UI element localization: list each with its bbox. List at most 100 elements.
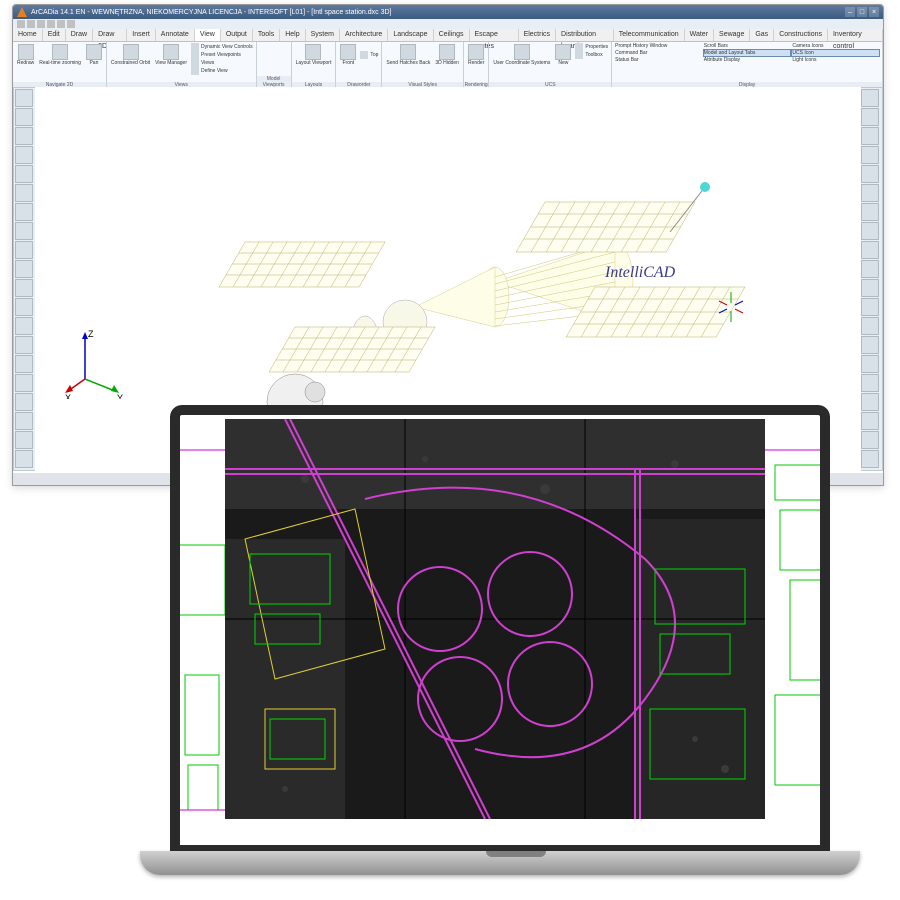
info-icon[interactable]	[861, 393, 879, 411]
tool-trim-icon[interactable]	[15, 393, 33, 411]
tool-point-icon[interactable]	[15, 279, 33, 297]
dynamic-view-button[interactable]: Dynamic View Controls	[190, 43, 254, 51]
tab-architecture[interactable]: Architecture	[340, 29, 388, 41]
top-button[interactable]: Top	[359, 43, 379, 67]
snap-none-icon[interactable]	[861, 260, 879, 278]
layer-icon[interactable]	[861, 279, 879, 297]
select-icon[interactable]	[861, 412, 879, 430]
view-manager-button[interactable]: View Manager	[153, 43, 189, 75]
snap-int-icon[interactable]	[861, 184, 879, 202]
tab-landscape[interactable]: Landscape	[388, 29, 433, 41]
hatch-back-button[interactable]: Send Hatches Back	[384, 43, 432, 67]
tool-extend-icon[interactable]	[15, 412, 33, 430]
snap-tan-icon[interactable]	[861, 222, 879, 240]
front-button[interactable]: Front	[338, 43, 358, 67]
orbit-button[interactable]: Constrained Orbit	[109, 43, 152, 75]
tool-arc-icon[interactable]	[15, 165, 33, 183]
tab-output[interactable]: Output	[221, 29, 253, 41]
gis-viewport[interactable]	[180, 415, 820, 845]
tool-mirror-icon[interactable]	[15, 336, 33, 354]
tool-rect-icon[interactable]	[15, 127, 33, 145]
minimize-button[interactable]: –	[845, 7, 855, 17]
3d-hidden-button[interactable]: 3D Hidden	[433, 43, 461, 67]
ucs-icon-button[interactable]: UCS Icon	[791, 49, 880, 57]
qat-redo-icon[interactable]	[67, 20, 75, 28]
tab-telecommunication[interactable]: Telecommunication	[614, 29, 685, 41]
tool-ellipse-icon[interactable]	[15, 184, 33, 202]
snap-mid-icon[interactable]	[861, 108, 879, 126]
tab-constructions[interactable]: Constructions	[774, 29, 828, 41]
snap-near-icon[interactable]	[861, 241, 879, 259]
tab-insert[interactable]: Insert	[127, 29, 156, 41]
define-view-button[interactable]: Define View	[190, 67, 254, 75]
tab-edit[interactable]: Edit	[43, 29, 66, 41]
qat-undo-icon[interactable]	[57, 20, 65, 28]
status-bar-button[interactable]: Status Bar	[614, 57, 703, 63]
ucs-properties-button[interactable]: Properties	[574, 43, 609, 51]
pan-button[interactable]: Pan	[84, 43, 104, 67]
tool-rotate-icon[interactable]	[15, 355, 33, 373]
tab-home[interactable]: Home	[13, 29, 43, 41]
tab-view[interactable]: View	[195, 29, 221, 41]
tab-draw[interactable]: Draw	[66, 29, 93, 41]
explode-icon[interactable]	[861, 450, 879, 468]
tool-break-icon[interactable]	[15, 431, 33, 449]
tool-block-icon[interactable]	[15, 260, 33, 278]
model-layout-tabs-button[interactable]: Model and Layout Tabs	[703, 49, 792, 57]
zoom-button[interactable]: Real-time zooming	[37, 43, 83, 67]
tab-annotate[interactable]: Annotate	[156, 29, 195, 41]
snap-quad-icon[interactable]	[861, 165, 879, 183]
snap-perp-icon[interactable]	[861, 203, 879, 221]
tab-tools[interactable]: Tools	[253, 29, 280, 41]
tab-gas[interactable]: Gas	[750, 29, 774, 41]
tab-electrics[interactable]: Electrics	[519, 29, 556, 41]
tab-inventory-control[interactable]: Inventory control	[828, 29, 883, 41]
qat-print-icon[interactable]	[47, 20, 55, 28]
tool-spline-icon[interactable]	[15, 298, 33, 316]
tool-hatch-icon[interactable]	[15, 241, 33, 259]
tab-distribution-board[interactable]: Distribution board	[556, 29, 614, 41]
measure-icon[interactable]	[861, 374, 879, 392]
lineweight-icon[interactable]	[861, 336, 879, 354]
tab-water[interactable]: Water	[685, 29, 714, 41]
tool-polyline-icon[interactable]	[15, 108, 33, 126]
snap-center-icon[interactable]	[861, 127, 879, 145]
preset-viewpoints-button[interactable]: Preset Viewpoints	[190, 51, 254, 59]
tab-ceilings[interactable]: Ceilings	[434, 29, 470, 41]
snap-node-icon[interactable]	[861, 146, 879, 164]
ucs-new-button[interactable]: New	[553, 43, 573, 67]
redraw-button[interactable]: Redraw	[15, 43, 36, 67]
close-button[interactable]: ×	[869, 7, 879, 17]
tab-system[interactable]: System	[306, 29, 340, 41]
maximize-button[interactable]: □	[857, 7, 867, 17]
tab-help[interactable]: Help	[280, 29, 305, 41]
pan-icon	[86, 44, 102, 60]
light-icons-button[interactable]: Light Icons	[791, 57, 880, 63]
linetype-icon[interactable]	[861, 317, 879, 335]
layout-viewport-button[interactable]: Layout Viewport	[294, 43, 334, 67]
qat-open-icon[interactable]	[27, 20, 35, 28]
tool-fillet-icon[interactable]	[15, 450, 33, 468]
tab-draw-3d[interactable]: Draw 3D	[93, 29, 127, 41]
tool-scale-icon[interactable]	[15, 374, 33, 392]
color-icon[interactable]	[861, 298, 879, 316]
tool-line-icon[interactable]	[15, 89, 33, 107]
snap-end-icon[interactable]	[861, 89, 879, 107]
tool-circle-icon[interactable]	[15, 146, 33, 164]
ucs-button[interactable]: User Coordinate Systems	[491, 43, 552, 67]
group-icon[interactable]	[861, 431, 879, 449]
tool-dim-icon[interactable]	[15, 203, 33, 221]
command-bar-button[interactable]: Command Bar	[614, 49, 703, 57]
tool-text-icon[interactable]	[15, 222, 33, 240]
qat-save-icon[interactable]	[37, 20, 45, 28]
ucs-toolbox-button[interactable]: Toolbox	[574, 51, 609, 59]
svg-text:Z: Z	[88, 329, 94, 339]
render-button[interactable]: Render	[466, 43, 486, 67]
tool-offset-icon[interactable]	[15, 317, 33, 335]
attribute-display-button[interactable]: Attribute Display	[703, 57, 792, 63]
tab-escape-routes[interactable]: Escape routes	[470, 29, 519, 41]
qat-new-icon[interactable]	[17, 20, 25, 28]
views-list-button[interactable]: Views	[190, 59, 254, 67]
tab-sewage[interactable]: Sewage	[714, 29, 750, 41]
refresh-icon[interactable]	[861, 355, 879, 373]
